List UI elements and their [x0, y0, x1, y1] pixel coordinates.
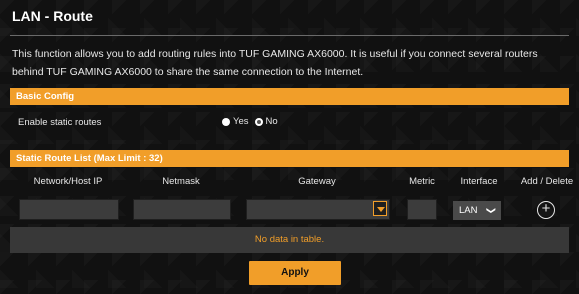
netmask-input[interactable] [133, 199, 231, 220]
radio-yes[interactable]: Yes [222, 116, 249, 127]
page-title: LAN - Route [12, 8, 93, 24]
column-header-network: Network/Host IP [33, 176, 103, 187]
radio-no-dot-icon [254, 117, 263, 126]
chevron-down-icon: ❯ [486, 206, 497, 215]
radio-yes-label: Yes [233, 116, 249, 127]
column-header-interface: Interface [460, 176, 498, 187]
column-header-gateway: Gateway [298, 176, 336, 187]
basic-config-header: Basic Config [10, 88, 569, 105]
interface-select[interactable]: LAN ❯ [453, 201, 501, 220]
add-route-plus-icon[interactable]: + [537, 201, 555, 219]
title-divider [10, 35, 569, 36]
enable-static-routes-label: Enable static routes [18, 117, 102, 128]
radio-yes-dot-icon [222, 117, 230, 126]
apply-button[interactable]: Apply [249, 261, 341, 285]
empty-table-message: No data in table. [10, 227, 569, 253]
gateway-dropdown-button[interactable] [373, 201, 387, 216]
static-route-list-header: Static Route List (Max Limit : 32) [10, 150, 569, 167]
gateway-input[interactable] [246, 199, 390, 220]
column-header-netmask: Netmask [162, 176, 200, 187]
radio-no[interactable]: No [254, 116, 278, 127]
enable-static-routes-radio-group: Yes No [222, 116, 284, 127]
radio-no-label: No [265, 116, 278, 127]
lan-route-panel: LAN - Route This function allows you to … [0, 0, 579, 294]
interface-select-value: LAN [459, 205, 478, 216]
network-host-ip-input[interactable] [19, 199, 119, 220]
page-description: This function allows you to add routing … [12, 48, 538, 78]
column-header-add-delete: Add / Delete [520, 176, 574, 187]
column-header-metric: Metric [409, 176, 435, 187]
metric-input[interactable] [407, 199, 437, 220]
